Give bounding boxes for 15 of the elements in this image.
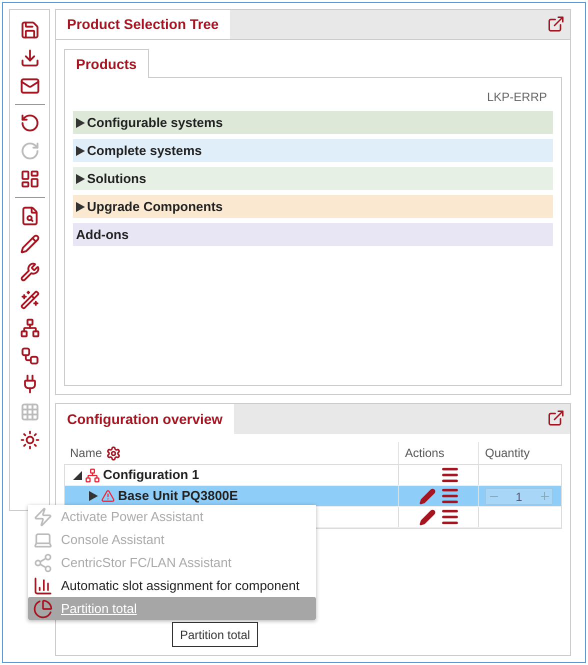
- quantity-value: 1: [514, 488, 524, 504]
- row-name: Configuration 1: [103, 466, 200, 484]
- category-label: Add-ons: [76, 226, 129, 244]
- tooltip: Partition total: [172, 622, 258, 647]
- panel-title: Configuration overview: [56, 404, 234, 434]
- panel-title: Product Selection Tree: [56, 10, 230, 39]
- column-header: Quantity: [485, 445, 530, 462]
- category-label: Solutions: [87, 170, 146, 188]
- category-label: Complete systems: [87, 142, 202, 160]
- category-label: Configurable systems: [87, 114, 223, 132]
- column-header: Name: [70, 445, 102, 462]
- column-header: Actions: [405, 445, 444, 462]
- category-label: Upgrade Components: [87, 198, 223, 216]
- catalog-code: LKP-ERRP: [486, 89, 547, 106]
- row-name: Base Unit PQ3800E: [118, 487, 238, 506]
